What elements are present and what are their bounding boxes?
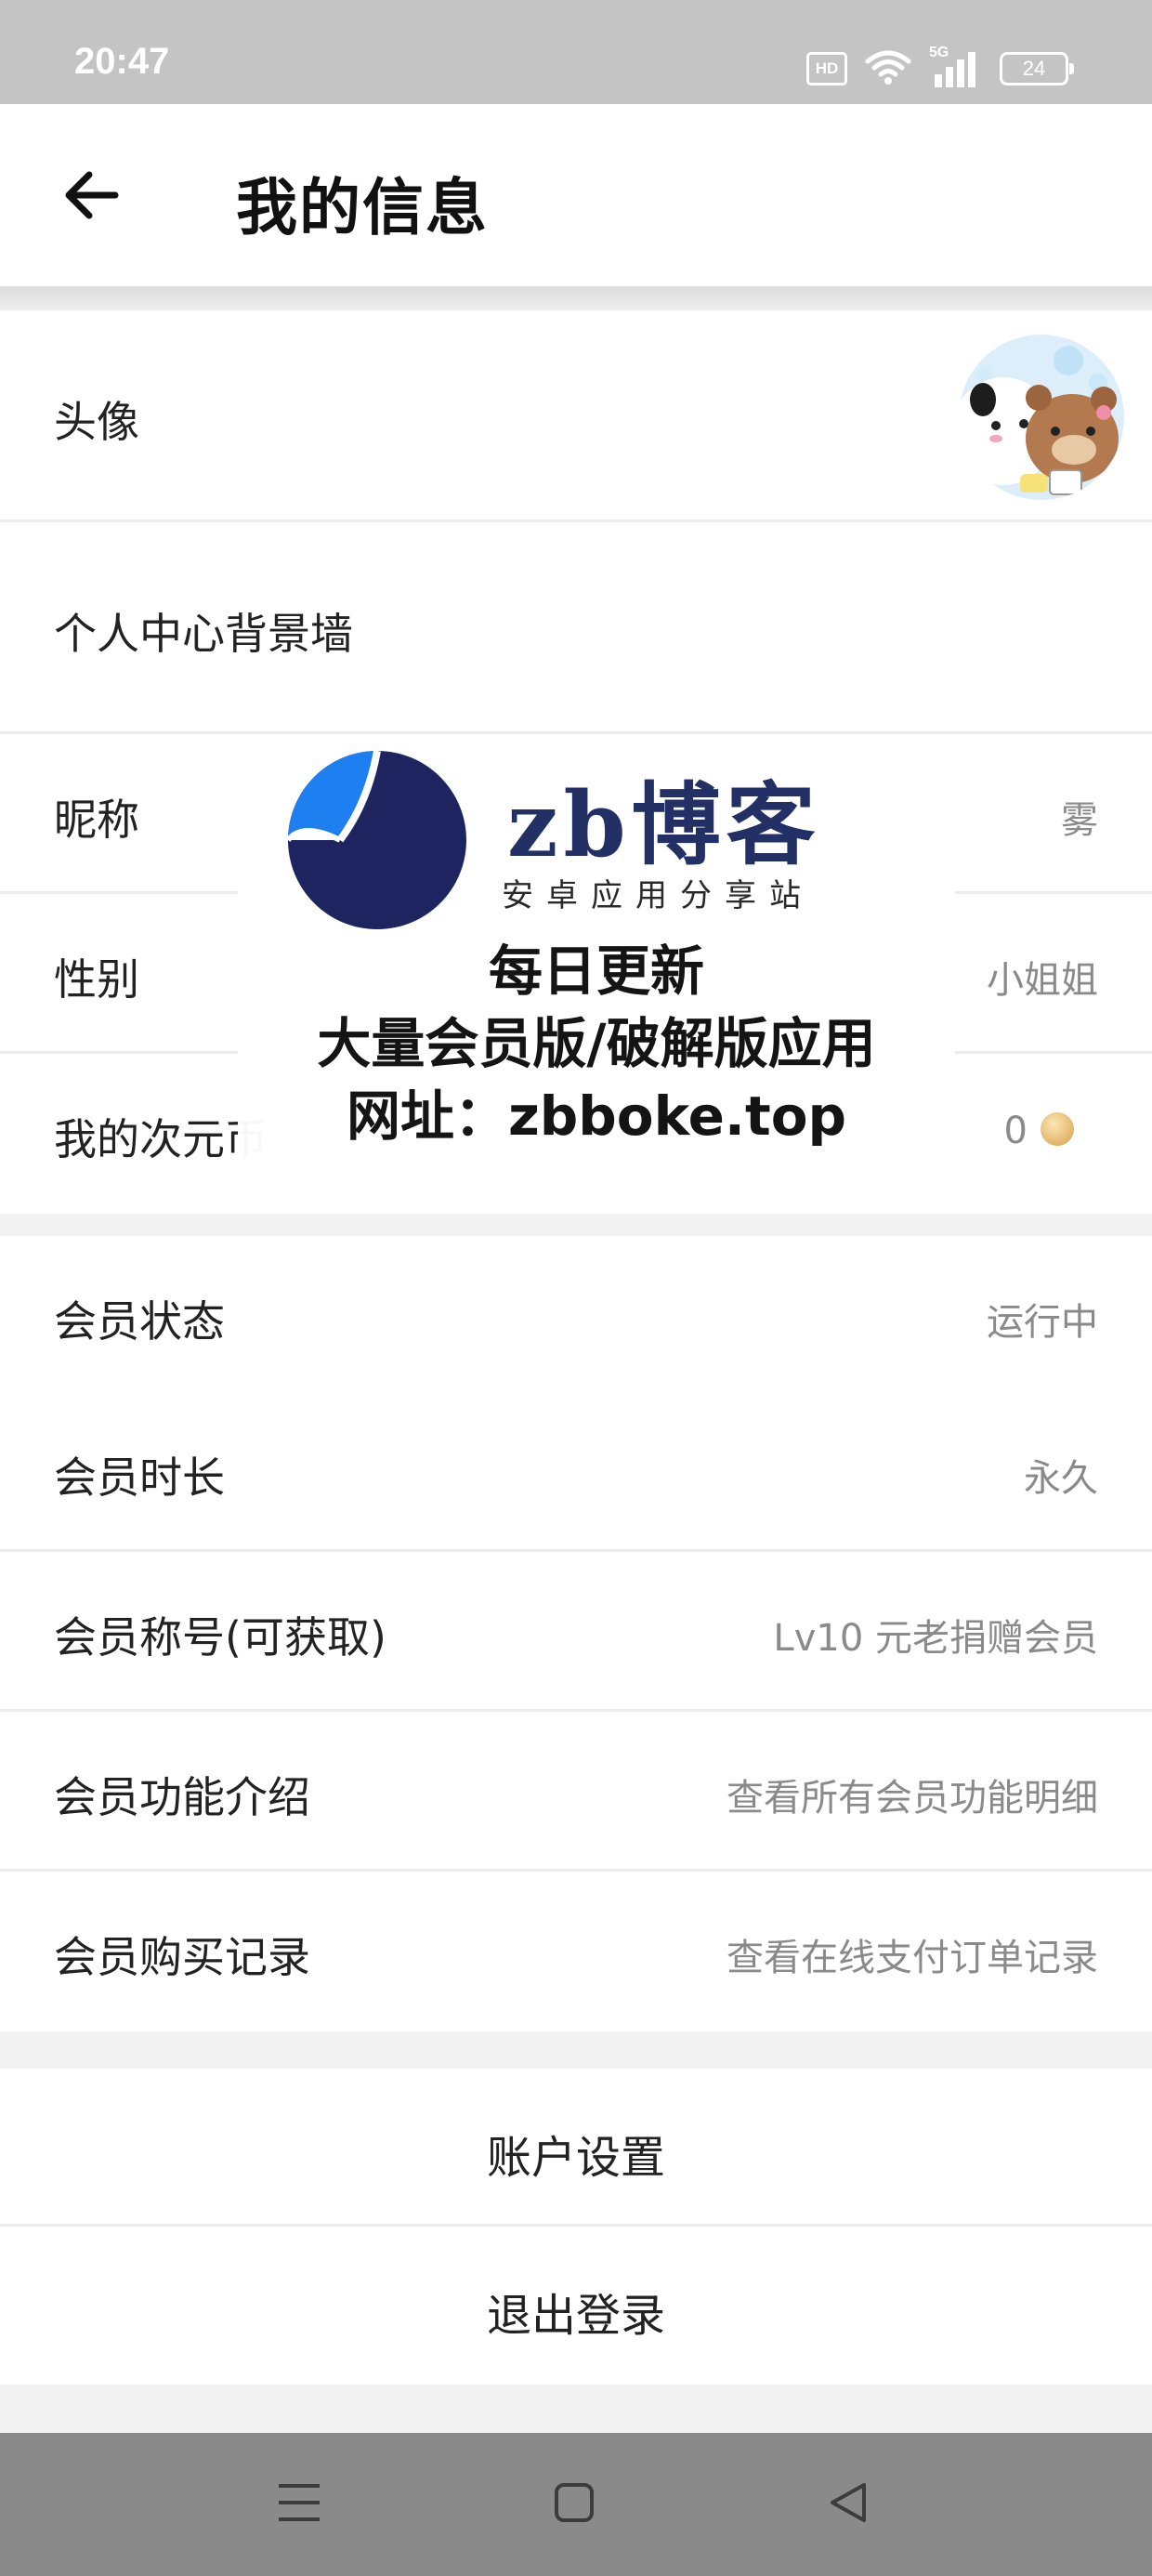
avatar-label: 头像	[54, 397, 139, 447]
nickname-label: 昵称	[54, 795, 139, 845]
watermark-subtitle: 安卓应用分享站	[502, 877, 814, 914]
back-triangle-icon	[827, 2481, 868, 2528]
member-duration-value: 永久	[1024, 1457, 1098, 1500]
background-wall-label: 个人中心背景墙	[54, 609, 353, 659]
status-icons: HD 5G 24	[806, 45, 1074, 89]
home-button[interactable]	[541, 2474, 608, 2535]
member-status-value: 运行中	[987, 1301, 1098, 1344]
menu-icon	[277, 2482, 321, 2527]
battery-level: 24	[1022, 57, 1046, 80]
logout-label: 退出登录	[486, 2290, 665, 2342]
member-purchases-row[interactable]: 会员购买记录 查看在线支付订单记录	[0, 1872, 1152, 2031]
hd-icon: HD	[806, 52, 847, 85]
nickname-value: 雾	[1061, 799, 1098, 842]
gender-label: 性别	[54, 954, 139, 1005]
background-wall-row[interactable]: 个人中心背景墙	[0, 522, 1152, 734]
coins-value: 0	[1003, 1110, 1028, 1152]
member-title-row[interactable]: 会员称号(可获取) Lv10 元老捐赠会员	[0, 1552, 1152, 1712]
account-section: 账户设置 退出登录	[0, 2069, 1152, 2385]
coins-label: 我的次元币	[54, 1114, 268, 1164]
watermark-line1: 每日更新	[488, 940, 704, 1003]
watermark-brand: zb博客	[507, 772, 821, 877]
system-nav-bar	[0, 2433, 1152, 2576]
gender-value: 小姐姐	[987, 959, 1098, 1002]
member-title-label: 会员称号(可获取)	[54, 1612, 386, 1663]
member-purchases-label: 会员购买记录	[54, 1932, 310, 1982]
home-square-icon	[554, 2482, 595, 2527]
member-duration-row[interactable]: 会员时长 永久	[0, 1394, 1152, 1552]
member-status-row[interactable]: 会员状态 运行中	[0, 1236, 1152, 1394]
membership-section: 会员状态 运行中 会员时长 永久 会员称号(可获取) Lv10 元老捐赠会员 会…	[0, 1236, 1152, 2031]
menu-button[interactable]	[266, 2474, 333, 2535]
watermark-overlay: zb博客 安卓应用分享站 每日更新 大量会员版/破解版应用 网址：zbboke.…	[238, 742, 955, 1189]
account-settings-label: 账户设置	[486, 2132, 665, 2184]
avatar-row[interactable]: 头像	[0, 310, 1152, 522]
member-purchases-value: 查看在线支付订单记录	[727, 1937, 1098, 1979]
brand-logo-icon	[284, 747, 470, 937]
member-title-value: Lv10 元老捐赠会员	[773, 1617, 1098, 1660]
watermark-line2: 大量会员版/破解版应用	[317, 1012, 876, 1075]
member-features-row[interactable]: 会员功能介绍 查看所有会员功能明细	[0, 1712, 1152, 1872]
avatar[interactable]	[959, 335, 1124, 500]
app-header: 我的信息	[0, 104, 1152, 286]
member-status-label: 会员状态	[54, 1296, 225, 1347]
member-features-label: 会员功能介绍	[54, 1772, 310, 1822]
logout-button[interactable]: 退出登录	[0, 2227, 1152, 2385]
member-features-value: 查看所有会员功能明细	[727, 1777, 1098, 1820]
coin-icon	[1041, 1112, 1074, 1146]
account-settings-button[interactable]: 账户设置	[0, 2069, 1152, 2227]
back-button[interactable]	[54, 160, 128, 234]
watermark-line3: 网址：zbboke.top	[346, 1084, 847, 1148]
system-back-button[interactable]	[814, 2474, 881, 2535]
battery-icon: 24	[1000, 52, 1074, 85]
member-duration-label: 会员时长	[54, 1452, 225, 1503]
wifi-icon	[864, 48, 912, 89]
arrow-left-icon	[61, 169, 121, 225]
status-time: 20:47	[74, 41, 170, 82]
page-title: 我的信息	[236, 172, 489, 243]
signal-icon: 5G	[929, 45, 983, 89]
header-divider	[0, 286, 1152, 310]
status-bar: 20:47 HD 5G 24	[0, 0, 1152, 104]
coins-value-wrap: 0	[1004, 1110, 1074, 1152]
